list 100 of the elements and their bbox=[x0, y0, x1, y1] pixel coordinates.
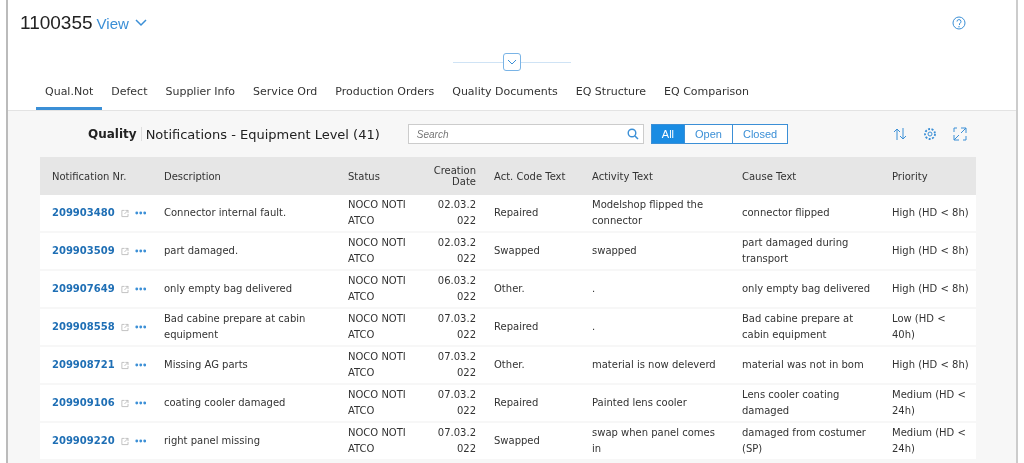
table-cell: 07.03.2022 bbox=[422, 423, 482, 459]
filter-button[interactable]: Open bbox=[684, 124, 733, 144]
column-header: Description bbox=[152, 157, 336, 195]
notification-link[interactable]: 209907649 bbox=[52, 281, 115, 297]
collapse-header-button[interactable] bbox=[503, 53, 521, 71]
table-cell: material is now deleverd bbox=[580, 347, 730, 383]
table-cell: 02.03.2022 bbox=[422, 233, 482, 269]
notification-link[interactable]: 209903509 bbox=[52, 243, 115, 259]
table-cell: NOCO NOTI ATCO bbox=[336, 423, 422, 459]
column-header: Act. Code Text bbox=[482, 157, 580, 195]
external-link-icon[interactable] bbox=[120, 398, 129, 408]
tab[interactable]: Supplier Info bbox=[156, 76, 245, 110]
table-cell: 02.03.2022 bbox=[422, 195, 482, 231]
column-header: Status bbox=[336, 157, 422, 195]
tab[interactable]: Production Orders bbox=[326, 76, 444, 110]
table-cell: Repaired bbox=[482, 385, 580, 421]
table-cell: Missing AG parts bbox=[152, 347, 336, 383]
table-cell: Connector internal fault. bbox=[152, 195, 336, 231]
notification-link[interactable]: 209908721 bbox=[52, 357, 115, 373]
search-icon[interactable] bbox=[626, 128, 639, 140]
table-cell: Painted lens cooler bbox=[580, 385, 730, 421]
sort-icon[interactable] bbox=[893, 127, 907, 141]
column-header: Cause Text bbox=[730, 157, 880, 195]
more-icon[interactable] bbox=[134, 401, 146, 405]
table-cell: part damaged during transport bbox=[730, 233, 880, 269]
tab[interactable]: Quality Documents bbox=[443, 76, 567, 110]
external-link-icon[interactable] bbox=[120, 246, 129, 256]
table-cell: High (HD < 8h) bbox=[880, 347, 976, 383]
settings-icon[interactable] bbox=[923, 127, 937, 141]
table-title-label: Quality bbox=[88, 127, 142, 141]
table-cell: 07.03.2022 bbox=[422, 309, 482, 345]
table-cell: right panel missing bbox=[152, 423, 336, 459]
search-field[interactable]: Search bbox=[407, 124, 644, 144]
more-icon[interactable] bbox=[134, 363, 146, 367]
external-link-icon[interactable] bbox=[120, 322, 129, 332]
object-title: 1100355 bbox=[20, 12, 93, 34]
tab[interactable]: Defect bbox=[102, 76, 157, 110]
more-icon[interactable] bbox=[134, 287, 146, 291]
table-cell: swap when panel comes in bbox=[580, 423, 730, 459]
table-cell: NOCO NOTI ATCO bbox=[336, 233, 422, 269]
tab[interactable]: Service Ord bbox=[244, 76, 327, 110]
table-cell: Bad cabine prepare at cabin equipment bbox=[730, 309, 880, 345]
notification-link[interactable]: 209903480 bbox=[52, 205, 115, 221]
table-cell: coating cooler damaged bbox=[152, 385, 336, 421]
table-cell: Other. bbox=[482, 347, 580, 383]
external-link-icon[interactable] bbox=[120, 284, 129, 294]
chevron-down-icon bbox=[134, 19, 147, 27]
table-cell: material was not in bom bbox=[730, 347, 880, 383]
tab[interactable]: EQ Structure bbox=[566, 76, 656, 110]
column-header: Creation Date bbox=[422, 157, 482, 195]
filter-button[interactable]: All bbox=[650, 124, 686, 144]
table-cell: NOCO NOTI ATCO bbox=[336, 195, 422, 231]
external-link-icon[interactable] bbox=[120, 208, 129, 218]
help-icon[interactable] bbox=[952, 16, 966, 30]
external-link-icon[interactable] bbox=[120, 436, 129, 446]
table-title: Notifications - Equipment Level (41) bbox=[145, 126, 380, 142]
column-header: Notification Nr. bbox=[40, 157, 152, 195]
table-cell: NOCO NOTI ATCO bbox=[336, 271, 422, 307]
table-cell: Medium (HD < 24h) bbox=[880, 385, 976, 421]
table-cell: part damaged. bbox=[152, 233, 336, 269]
table-cell: Modelshop flipped the connector bbox=[580, 195, 730, 231]
table-cell: NOCO NOTI ATCO bbox=[336, 309, 422, 345]
tab[interactable]: EQ Comparison bbox=[655, 76, 758, 110]
table-cell: swapped bbox=[580, 233, 730, 269]
table-cell: damaged from costumer (SP) bbox=[730, 423, 880, 459]
table-cell: Other. bbox=[482, 271, 580, 307]
table-cell: Swapped bbox=[482, 233, 580, 269]
table-cell: Low (HD < 40h) bbox=[880, 309, 976, 345]
external-link-icon[interactable] bbox=[120, 360, 129, 370]
notification-link[interactable]: 209908558 bbox=[52, 319, 115, 335]
more-icon[interactable] bbox=[134, 325, 146, 329]
table-cell: Repaired bbox=[482, 309, 580, 345]
table-cell: Medium (HD < 24h) bbox=[880, 423, 976, 459]
table-cell: . bbox=[580, 309, 730, 345]
fullscreen-icon[interactable] bbox=[953, 127, 967, 141]
notification-link[interactable]: 209909106 bbox=[52, 395, 115, 411]
chevron-down-icon bbox=[507, 59, 517, 65]
table-cell: Repaired bbox=[482, 195, 580, 231]
table-cell: only empty bag delivered bbox=[730, 271, 880, 307]
table-cell: 06.03.2022 bbox=[422, 271, 482, 307]
table-cell: High (HD < 8h) bbox=[880, 195, 976, 231]
column-header: Priority bbox=[880, 157, 976, 195]
table-cell: NOCO NOTI ATCO bbox=[336, 385, 422, 421]
notification-link[interactable]: 209909220 bbox=[52, 433, 115, 449]
table-cell: . bbox=[580, 271, 730, 307]
filter-button[interactable]: Closed bbox=[731, 124, 789, 144]
table-cell: Swapped bbox=[482, 423, 580, 459]
more-icon[interactable] bbox=[134, 211, 146, 215]
table-cell: NOCO NOTI ATCO bbox=[336, 347, 422, 383]
table-cell: High (HD < 8h) bbox=[880, 233, 976, 269]
more-icon[interactable] bbox=[134, 439, 146, 443]
column-header: Activity Text bbox=[580, 157, 730, 195]
table-cell: 07.03.2022 bbox=[422, 347, 482, 383]
table-cell: High (HD < 8h) bbox=[880, 271, 976, 307]
more-icon[interactable] bbox=[134, 249, 146, 253]
view-dropdown[interactable]: View bbox=[92, 14, 147, 32]
table-cell: only empty bag delivered bbox=[152, 271, 336, 307]
table-cell: connector flipped bbox=[730, 195, 880, 231]
table-cell: 07.03.2022 bbox=[422, 385, 482, 421]
table-cell: Bad cabine prepare at cabin equipment bbox=[152, 309, 336, 345]
